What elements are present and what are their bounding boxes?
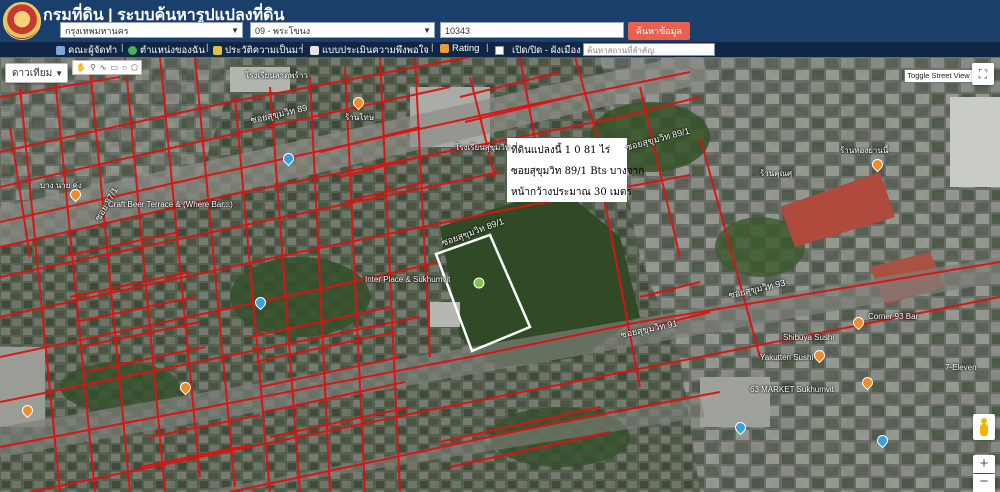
province-value: กรุงเทพมหานคร bbox=[65, 26, 129, 36]
checkbox-icon[interactable] bbox=[495, 46, 504, 55]
toolbar-divider: | bbox=[301, 42, 304, 53]
toolbar-divider: | bbox=[206, 42, 209, 53]
chart-icon bbox=[440, 44, 449, 53]
plant-icon bbox=[213, 46, 222, 55]
toolbar-divider: | bbox=[486, 42, 489, 53]
place-label: ร้านโทษ bbox=[345, 113, 375, 122]
place-label: Inter Place & Sukhumvit bbox=[365, 275, 451, 284]
toolbar-item-label: Rating bbox=[452, 43, 480, 54]
district-select[interactable]: 09 - พระโขนง ▼ bbox=[250, 22, 435, 38]
place-label: ร้านทองย่านนี้ bbox=[840, 146, 889, 155]
place-label: ร้านคุณศุ bbox=[760, 169, 793, 178]
hand-icon[interactable]: ✋ bbox=[76, 63, 86, 72]
department-logo bbox=[3, 2, 41, 40]
place-label: Craft Beer Terrace & (Where Bar...) bbox=[108, 200, 233, 209]
toolbar-item-label: ตำแหน่งของฉัน bbox=[140, 45, 205, 56]
toolbar-divider: | bbox=[431, 42, 434, 53]
info-line: ซอยสุขุมวิท 89/1 Bts บางจาก bbox=[511, 166, 645, 177]
map-type-value: ดาวเทียม bbox=[12, 68, 53, 79]
drawing-toolbar: ✋ ⚲ ∿ ▭ ○ ⬠ bbox=[72, 60, 142, 75]
map-view[interactable]: ดาวเทียม ▼ ✋ ⚲ ∿ ▭ ○ ⬠ Toggle Street Vie… bbox=[0, 57, 1000, 492]
satellite-imagery bbox=[0, 57, 1000, 492]
parcel-info-box: ที่ดินแปลงนี้ 1 0 81 ไร่ ซอยสุขุมวิท 89/… bbox=[507, 138, 645, 202]
province-select[interactable]: กรุงเทพมหานคร ▼ bbox=[60, 22, 243, 38]
place-label: Shibuya Sushi bbox=[783, 333, 835, 342]
toggle-street-view-button[interactable]: Toggle Street View bbox=[904, 69, 973, 83]
chevron-down-icon: ▼ bbox=[231, 26, 239, 35]
app-header: กรมที่ดิน | ระบบค้นหารูปแปลงที่ดิน กรุงเ… bbox=[0, 0, 1000, 42]
building-icon bbox=[56, 46, 65, 55]
toolbar-item-zoning-toggle[interactable]: เปิด/ปิด - ผังเมือง bbox=[495, 43, 581, 58]
toolbar-item-label: เปิด/ปิด - ผังเมือง bbox=[512, 45, 581, 56]
district-value: 09 - พระโขนง bbox=[255, 26, 311, 36]
toolbar-item-label: แบบประเมินความพึงพอใจ bbox=[322, 45, 429, 56]
place-label: โรงเรียนสุขุมวิท bbox=[455, 143, 511, 152]
document-icon bbox=[310, 46, 319, 55]
toolbar-item-rating[interactable]: Rating bbox=[440, 43, 479, 54]
toolbar-item-team[interactable]: คณะผู้จัดทำ bbox=[56, 43, 117, 58]
toolbar-item-survey[interactable]: แบบประเมินความพึงพอใจ bbox=[310, 43, 429, 58]
place-search-input[interactable]: ค้นหาสถานที่สำคัญ bbox=[583, 43, 715, 56]
place-label: 63 MARKET Sukhumvit bbox=[750, 385, 834, 394]
polyline-icon[interactable]: ∿ bbox=[100, 63, 107, 72]
place-label: โรงเรียนลาดพร้าว bbox=[245, 71, 308, 80]
place-label: Corner 93 Bar bbox=[868, 312, 919, 321]
circle-icon[interactable]: ○ bbox=[122, 63, 127, 72]
toolbar-item-history[interactable]: ประวัติความเป็นมา bbox=[213, 43, 303, 58]
pegman-icon[interactable] bbox=[973, 414, 995, 440]
chevron-down-icon: ▼ bbox=[423, 26, 431, 35]
toolbar-item-label: คณะผู้จัดทำ bbox=[68, 45, 118, 56]
toolbar-item-label: ประวัติความเป็นมา bbox=[225, 45, 304, 56]
globe-icon bbox=[128, 46, 137, 55]
toolbar-item-my-location[interactable]: ตำแหน่งของฉัน bbox=[128, 43, 205, 58]
parcel-number-input[interactable]: 10343 bbox=[440, 22, 624, 38]
place-label: 7-Eleven bbox=[945, 363, 977, 372]
toolbar-divider: | bbox=[121, 42, 124, 53]
marker-icon[interactable]: ⚲ bbox=[90, 63, 96, 72]
place-label: Yakutten Sushi bbox=[760, 353, 814, 362]
fullscreen-icon[interactable]: ⛶ bbox=[972, 63, 994, 85]
info-line: หน้ากว้างประมาณ 30 เมตร bbox=[511, 187, 632, 198]
parcel-marker-icon bbox=[473, 277, 485, 289]
toolbar: คณะผู้จัดทำ | ตำแหน่งของฉัน | ประวัติควา… bbox=[0, 42, 1000, 57]
map-type-select[interactable]: ดาวเทียม ▼ bbox=[5, 63, 68, 83]
zoom-out-button[interactable]: − bbox=[973, 474, 995, 492]
zoom-in-button[interactable]: + bbox=[973, 455, 995, 473]
polygon-icon[interactable]: ⬠ bbox=[131, 63, 138, 72]
rectangle-icon[interactable]: ▭ bbox=[111, 63, 119, 72]
chevron-down-icon: ▼ bbox=[55, 69, 63, 78]
search-button[interactable]: ค้นหาข้อมูล bbox=[628, 22, 690, 40]
info-line: ที่ดินแปลงนี้ 1 0 81 ไร่ bbox=[511, 145, 611, 156]
